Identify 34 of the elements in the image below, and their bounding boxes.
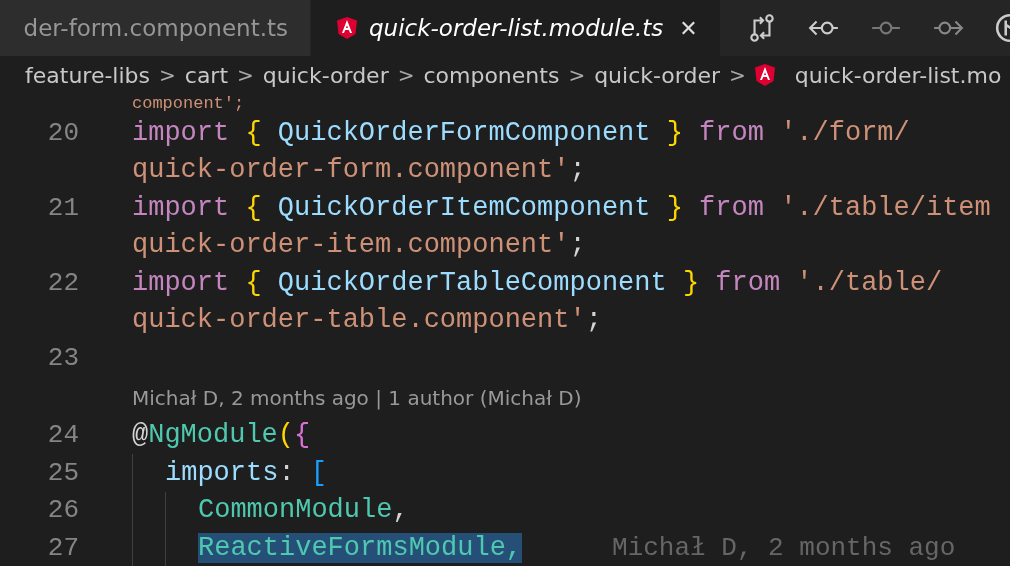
line-number: 25 [47,457,79,488]
chevron: > [568,63,586,87]
code-line: @NgModule({ [132,420,311,451]
breadcrumb-item[interactable]: quick-order-list.mo [754,62,1002,88]
code-line: quick-order-item.component'; [132,230,586,261]
editor-tab[interactable]: quick-order-list.module.ts ✕ [310,0,720,56]
inline-blame: Michał D, 2 months ago [612,532,956,563]
code-line: component'; [132,94,245,114]
code-line: quick-order-table.component'; [132,305,602,336]
editor-tab[interactable]: der-form.component.ts [0,0,310,56]
code-line: quick-order-form.component'; [132,155,586,186]
line-number: 23 [47,342,79,373]
code-line: import { QuickOrderFormComponent } from './form/ [132,117,910,148]
line-number: 27 [47,532,79,563]
line-number: 26 [47,495,79,526]
chevron: > [729,63,746,87]
breadcrumb-item[interactable]: components [423,62,560,88]
code-line: CommonModule, [198,495,409,526]
chevron: > [397,63,415,87]
line-number: 20 [47,117,79,148]
breadcrumb-item[interactable]: quick-order [594,62,720,88]
breadcrumb-item[interactable]: quick-order [262,62,389,88]
chevron: > [237,63,254,87]
chevron: > [159,63,176,87]
breadcrumb-item[interactable]: feature-libs [25,62,151,88]
code-line: import { QuickOrderTableComponent } from './table/ [132,267,943,298]
code-line: import { QuickOrderItemComponent } from './table/item [132,192,991,223]
line-number: 24 [47,420,79,451]
line-number: 21 [47,192,79,223]
line-number: 22 [47,267,79,298]
blame-annotation[interactable]: Michał D, 2 months ago | 1 author (Michał D) [132,385,582,410]
close-icon[interactable]: ✕ [679,15,698,41]
code-line: imports: [ [165,457,328,488]
breadcrumb-item[interactable]: cart [184,62,229,88]
